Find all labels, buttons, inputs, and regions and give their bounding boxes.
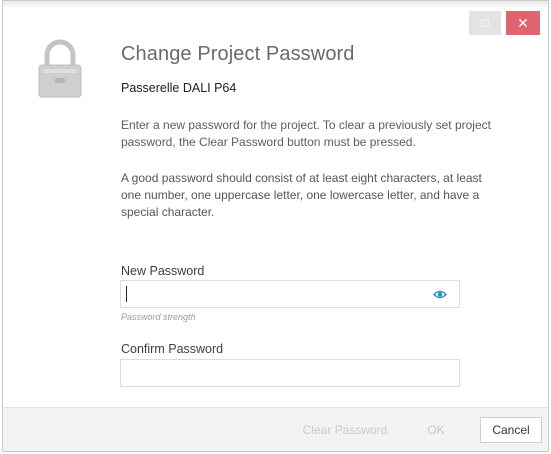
instructions-text: Enter a new password for the project. To… (121, 118, 491, 149)
new-password-field[interactable] (120, 280, 460, 308)
confirm-password-label: Confirm Password (121, 342, 224, 356)
change-password-dialog: □ ✕ Change Project Password Passerelle D… (2, 0, 549, 452)
close-icon: ✕ (517, 14, 529, 31)
clear-password-button[interactable]: Clear Password (293, 417, 397, 443)
close-button[interactable]: ✕ (506, 11, 540, 35)
text-caret (126, 286, 127, 302)
lock-icon (38, 39, 82, 98)
confirm-password-field[interactable] (120, 359, 460, 387)
title-bar (3, 1, 548, 9)
new-password-label: New Password (121, 264, 205, 278)
password-strength-label: Password strength (121, 312, 196, 322)
dialog-footer: Clear Password OK Cancel (3, 407, 548, 451)
project-name: Passerelle DALI P64 (121, 81, 237, 95)
minimize-icon: □ (481, 16, 489, 30)
ok-button[interactable]: OK (411, 417, 461, 443)
eye-icon[interactable] (433, 289, 447, 300)
cancel-button[interactable]: Cancel (480, 417, 542, 443)
minimize-button[interactable]: □ (469, 11, 501, 35)
dialog-title: Change Project Password (121, 43, 355, 65)
password-guidance-text: A good password should consist of at lea… (121, 171, 482, 219)
